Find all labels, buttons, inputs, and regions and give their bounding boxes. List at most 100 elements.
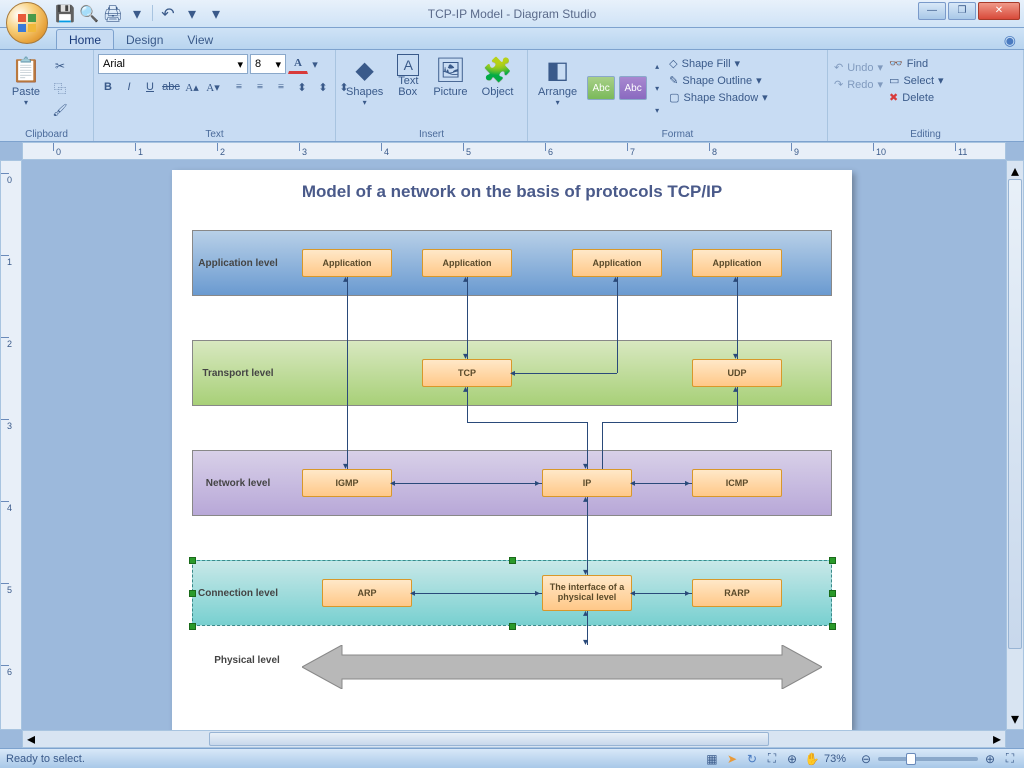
shape-shadow-button[interactable]: ▢Shape Shadow ▾ [667, 90, 770, 105]
scroll-thumb-v[interactable] [1008, 179, 1022, 649]
font-combo[interactable]: Arial▾ [98, 54, 248, 74]
strike-button[interactable]: abc [161, 77, 181, 97]
style-preview-2[interactable]: Abc [619, 76, 647, 100]
node-app4[interactable]: Application [692, 249, 782, 277]
delete-button[interactable]: ✖Delete [887, 90, 946, 105]
maximize-button[interactable]: ❐ [948, 2, 976, 20]
style-gallery-button[interactable]: ▾ [651, 100, 663, 120]
node-rarp[interactable]: RARP [692, 579, 782, 607]
zoom-fit-button[interactable]: ⛶ [1002, 751, 1018, 767]
node-arp[interactable]: ARP [322, 579, 412, 607]
sel-handle[interactable] [189, 557, 196, 564]
status-snap-icon[interactable]: ⛶ [764, 751, 780, 767]
connector[interactable] [617, 277, 618, 373]
connector[interactable] [467, 422, 587, 423]
connector[interactable] [392, 483, 542, 484]
node-icmp[interactable]: ICMP [692, 469, 782, 497]
node-udp[interactable]: UDP [692, 359, 782, 387]
font-color-dropdown[interactable]: ▾ [310, 54, 320, 74]
align-top-button[interactable]: ⬍ [292, 77, 312, 97]
redo-button[interactable]: ↷Redo ▾ [832, 77, 885, 92]
zoom-value[interactable]: 73% [824, 753, 846, 765]
ruler-horizontal[interactable]: 01234567891011 [22, 142, 1006, 160]
connector[interactable] [737, 277, 738, 359]
node-tcp[interactable]: TCP [422, 359, 512, 387]
arrange-button[interactable]: ◧Arrange▾ [532, 52, 583, 109]
connector[interactable] [602, 422, 603, 469]
connector[interactable] [412, 593, 542, 594]
style-scroll-down[interactable]: ▾ [651, 78, 663, 98]
zoom-out-button[interactable]: ⊖ [858, 751, 874, 767]
shape-fill-button[interactable]: ◇Shape Fill ▾ [667, 56, 770, 71]
select-button[interactable]: ▭Select ▾ [887, 73, 946, 88]
connector[interactable] [512, 373, 617, 374]
node-app1[interactable]: Application [302, 249, 392, 277]
align-right-button[interactable]: ≡ [271, 77, 291, 97]
qat-undo-button[interactable]: ↶ [159, 5, 177, 23]
paste-button[interactable]: 📋 Paste▾ [4, 52, 48, 109]
node-app2[interactable]: Application [422, 249, 512, 277]
zoom-in-button[interactable]: ⊕ [982, 751, 998, 767]
find-button[interactable]: 👓Find [887, 56, 946, 71]
node-iface[interactable]: The interface of a physical level [542, 575, 632, 611]
close-button[interactable]: ✕ [978, 2, 1020, 20]
font-color-button[interactable]: A [288, 54, 308, 74]
ruler-vertical[interactable]: 01234567 [0, 160, 22, 730]
status-globe-icon[interactable]: ⊕ [784, 751, 800, 767]
help-button[interactable]: ◉ [1004, 32, 1016, 49]
scroll-thumb-h[interactable] [209, 732, 769, 746]
connector[interactable] [347, 277, 348, 469]
qat-save-button[interactable]: 💾 [56, 5, 74, 23]
qat-customize-dropdown[interactable]: ▾ [207, 5, 225, 23]
node-igmp[interactable]: IGMP [302, 469, 392, 497]
align-middle-button[interactable]: ⬍ [313, 77, 333, 97]
status-pointer-icon[interactable]: ➤ [724, 751, 740, 767]
cut-button[interactable]: ✂ [50, 56, 70, 76]
scrollbar-vertical[interactable]: ▴ ▾ [1006, 160, 1024, 730]
undo-button[interactable]: ↶Undo ▾ [832, 60, 885, 75]
status-hand-icon[interactable]: ✋ [804, 751, 820, 767]
connector[interactable] [602, 422, 737, 423]
align-left-button[interactable]: ≡ [229, 77, 249, 97]
sel-handle[interactable] [509, 557, 516, 564]
physical-arrow[interactable] [302, 645, 822, 689]
align-center-button[interactable]: ≡ [250, 77, 270, 97]
canvas[interactable]: Model of a network on the basis of proto… [22, 160, 1006, 730]
sel-handle[interactable] [829, 590, 836, 597]
minimize-button[interactable]: — [918, 2, 946, 20]
shape-outline-button[interactable]: ✎Shape Outline ▾ [667, 73, 770, 88]
font-size-combo[interactable]: 8▾ [250, 54, 286, 74]
connector[interactable] [632, 483, 692, 484]
qat-print-dropdown[interactable]: ▾ [128, 5, 146, 23]
format-painter-button[interactable]: 🖌 [50, 100, 70, 120]
sel-handle[interactable] [189, 590, 196, 597]
connector[interactable] [587, 497, 588, 575]
page[interactable]: Model of a network on the basis of proto… [172, 170, 852, 730]
tab-design[interactable]: Design [114, 30, 175, 49]
status-page-icon[interactable]: ▦ [704, 751, 720, 767]
tab-home[interactable]: Home [56, 29, 114, 49]
sel-handle[interactable] [829, 623, 836, 630]
node-ip[interactable]: IP [542, 469, 632, 497]
qat-preview-button[interactable]: 🔍 [80, 5, 98, 23]
style-preview-1[interactable]: Abc [587, 76, 615, 100]
shapes-button[interactable]: ◆Shapes▾ [340, 52, 389, 109]
tab-view[interactable]: View [175, 30, 225, 49]
connector[interactable] [632, 593, 692, 594]
underline-button[interactable]: U [140, 77, 160, 97]
qat-print-button[interactable]: 🖨 [104, 5, 122, 23]
qat-undo-dropdown[interactable]: ▾ [183, 5, 201, 23]
status-rotate-icon[interactable]: ↻ [744, 751, 760, 767]
style-scroll-up[interactable]: ▴ [651, 56, 663, 76]
copy-button[interactable]: ⿻ [50, 78, 70, 98]
picture-button[interactable]: 🖼Picture [427, 52, 473, 100]
node-app3[interactable]: Application [572, 249, 662, 277]
scrollbar-horizontal[interactable]: ◂ ▸ [22, 730, 1006, 748]
sel-handle[interactable] [509, 623, 516, 630]
app-orb-button[interactable] [6, 2, 48, 44]
italic-button[interactable]: I [119, 77, 139, 97]
object-button[interactable]: 🧩Object [476, 52, 520, 100]
sel-handle[interactable] [829, 557, 836, 564]
grow-font-button[interactable]: A▴ [182, 77, 202, 97]
bold-button[interactable]: B [98, 77, 118, 97]
